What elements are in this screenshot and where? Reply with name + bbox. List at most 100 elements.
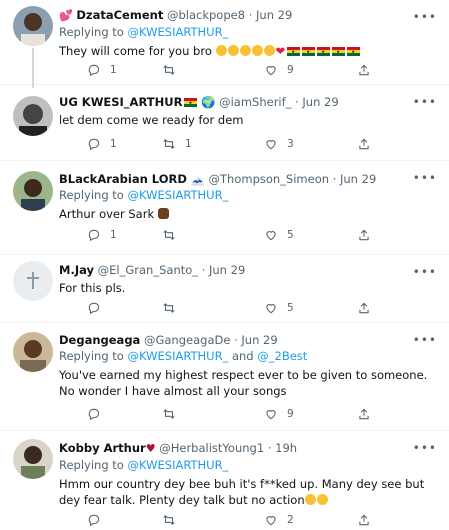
retweet-icon: [163, 230, 175, 240]
reply-button[interactable]: [87, 513, 110, 527]
share-button[interactable]: [357, 228, 371, 242]
retweet-button[interactable]: [162, 228, 185, 242]
tweet[interactable]: BLackArabian LORD 🗻 @Thompson_Simeon · J…: [0, 161, 449, 255]
like-button[interactable]: 3: [264, 137, 294, 151]
mention-link-2[interactable]: @_2Best: [257, 349, 307, 363]
user-handle[interactable]: @iamSherif_: [219, 95, 291, 109]
more-icon[interactable]: •••: [413, 171, 437, 185]
like-count: 9: [287, 408, 294, 420]
like-button[interactable]: 5: [264, 301, 294, 315]
tweet-header: Kobby Arthur♥ @HerbalistYoung1 · 19h: [59, 441, 439, 456]
reply-button[interactable]: 1: [87, 137, 117, 151]
tweet-text: Hmm our country dey bee buh it's f**ked …: [59, 476, 439, 508]
retweet-button[interactable]: [162, 513, 185, 527]
user-handle[interactable]: @HerbalistYoung1: [159, 441, 264, 455]
tweet[interactable]: M.Jay @El_Gran_Santo_ · Jun 29 For this …: [0, 255, 449, 323]
user-handle[interactable]: @Thompson_Simeon: [209, 172, 330, 186]
display-name[interactable]: M.Jay: [59, 263, 94, 277]
replies-feed: 💕 DzataCement @blackpope8 · Jun 29 Reply…: [0, 0, 449, 530]
display-name[interactable]: DzataCement: [76, 8, 163, 22]
tweet-text: They will come for you bro ❤: [59, 43, 439, 59]
retweet-button[interactable]: [162, 63, 185, 77]
like-icon: [266, 231, 276, 241]
mention-link[interactable]: @KWESIARTHUR_: [128, 188, 229, 202]
replying-to: Replying to @KWESIARTHUR_: [59, 458, 439, 473]
share-button[interactable]: [357, 63, 371, 77]
crying-emoji: [215, 44, 276, 58]
mountain-emoji: 🗻: [190, 172, 205, 186]
like-button[interactable]: 5: [264, 228, 294, 242]
reply-icon: [88, 514, 100, 527]
tweet-text: For this pls.: [59, 281, 126, 295]
user-handle[interactable]: @GangeagaDe: [144, 333, 230, 347]
like-button[interactable]: 9: [264, 63, 294, 77]
reply-button[interactable]: [87, 301, 110, 315]
timestamp[interactable]: Jun 29: [302, 95, 338, 109]
timestamp[interactable]: Jun 29: [209, 263, 245, 277]
avatar[interactable]: [13, 332, 53, 372]
like-button[interactable]: 9: [264, 407, 294, 421]
share-button[interactable]: [357, 301, 371, 315]
mention-link[interactable]: @KWESIARTHUR_: [128, 349, 229, 363]
reply-icon: [88, 302, 100, 315]
thread-line: [32, 48, 34, 88]
tweet-header: BLackArabian LORD 🗻 @Thompson_Simeon · J…: [59, 172, 439, 186]
tweet[interactable]: 💕 DzataCement @blackpope8 · Jun 29 Reply…: [0, 0, 449, 88]
mention-link[interactable]: @KWESIARTHUR_: [128, 25, 229, 39]
tweet-header: UG KWESI_ARTHUR 🌍 @iamSherif_ · Jun 29: [59, 95, 439, 109]
tweet-header: 💕 DzataCement @blackpope8 · Jun 29: [59, 8, 439, 23]
separator: ·: [332, 172, 337, 186]
tweet[interactable]: UG KWESI_ARTHUR 🌍 @iamSherif_ · Jun 29 l…: [0, 85, 449, 161]
separator: ·: [234, 333, 238, 347]
avatar[interactable]: [13, 439, 53, 479]
display-name[interactable]: Degangeaga: [59, 333, 140, 347]
retweet-button[interactable]: 1: [162, 137, 192, 151]
tweet[interactable]: Degangeaga @GangeagaDe · Jun 29 Replying…: [0, 323, 449, 431]
more-icon[interactable]: •••: [413, 95, 437, 109]
avatar[interactable]: [13, 261, 53, 301]
reply-button[interactable]: 1: [87, 63, 117, 77]
avatar[interactable]: [13, 171, 53, 211]
like-button[interactable]: 2: [264, 513, 294, 527]
tweet-text: You've earned my highest respect ever to…: [59, 368, 428, 398]
reply-prefix: Replying to: [59, 458, 128, 472]
tweet[interactable]: Kobby Arthur♥ @HerbalistYoung1 · 19h Rep…: [0, 431, 449, 530]
more-icon[interactable]: •••: [413, 333, 437, 347]
retweet-button[interactable]: [162, 407, 185, 421]
ghana-flag-emoji: [184, 98, 198, 107]
fist-emoji: [157, 208, 169, 219]
avatar[interactable]: [13, 96, 53, 136]
retweet-button[interactable]: [162, 301, 185, 315]
user-handle[interactable]: @El_Gran_Santo_: [98, 263, 198, 277]
display-name[interactable]: BLackArabian LORD: [59, 172, 187, 186]
timestamp[interactable]: Jun 29: [340, 172, 376, 186]
ghana-flag-emojis: [285, 44, 361, 58]
replying-to: Replying to @KWESIARTHUR_: [59, 188, 439, 203]
timestamp[interactable]: 19h: [275, 441, 297, 455]
share-button[interactable]: [357, 513, 371, 527]
user-handle[interactable]: @blackpope8: [167, 8, 245, 22]
display-name[interactable]: Kobby Arthur: [59, 441, 146, 455]
reply-button[interactable]: 1: [87, 228, 117, 242]
reply-icon: [88, 229, 100, 242]
retweet-icon: [163, 409, 175, 419]
reply-button[interactable]: [87, 407, 110, 421]
like-count: 3: [287, 138, 294, 150]
separator: ·: [201, 263, 206, 277]
timestamp[interactable]: Jun 29: [241, 333, 277, 347]
avatar[interactable]: [13, 6, 53, 46]
tweet-text-content: Hmm our country dey bee buh it's f**ked …: [59, 477, 425, 507]
like-icon: [266, 410, 276, 420]
retweet-icon: [163, 65, 175, 75]
reply-icon: [88, 408, 100, 421]
share-icon: [359, 408, 369, 420]
more-icon[interactable]: •••: [413, 441, 437, 455]
mention-link[interactable]: @KWESIARTHUR_: [128, 458, 229, 472]
share-button[interactable]: [357, 407, 371, 421]
display-name[interactable]: UG KWESI_ARTHUR: [59, 95, 182, 109]
timestamp[interactable]: Jun 29: [256, 8, 292, 22]
share-button[interactable]: [357, 137, 371, 151]
more-icon[interactable]: •••: [413, 265, 437, 279]
more-icon[interactable]: •••: [413, 10, 437, 24]
share-icon: [359, 302, 369, 314]
